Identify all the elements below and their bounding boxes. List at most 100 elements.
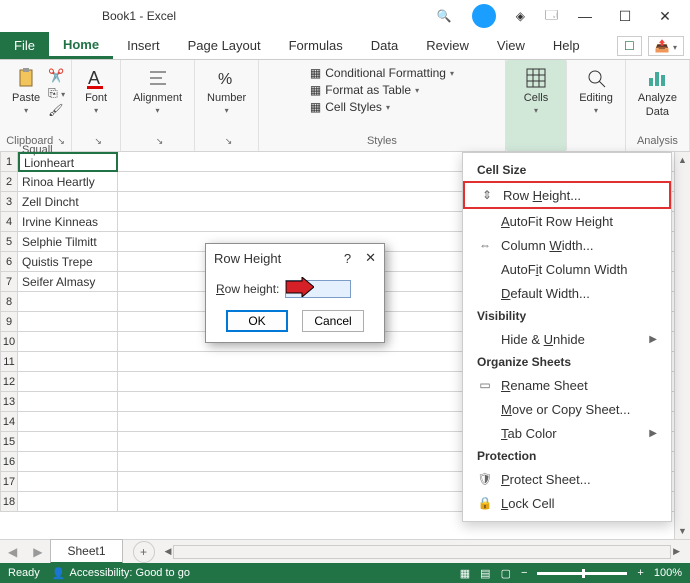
sheet-nav-next-icon[interactable]: ▶ — [25, 545, 50, 559]
cell-a7[interactable]: Seifer Almasy — [18, 272, 118, 292]
accessibility-status[interactable]: 👤 Accessibility: Good to go — [52, 567, 190, 580]
scroll-up-icon[interactable]: ▲ — [675, 152, 690, 168]
cells-button[interactable]: Cells ▾ — [518, 64, 554, 117]
dialog-close-icon[interactable]: ✕ — [365, 250, 376, 266]
format-as-table-button[interactable]: ▦Format as Table ▾ — [310, 83, 419, 97]
maximize-button[interactable]: ☐ — [614, 8, 636, 25]
font-launcher-icon[interactable]: ↘ — [94, 136, 102, 146]
accessibility-icon: 👤 — [52, 567, 66, 580]
add-sheet-button[interactable]: + — [133, 541, 155, 563]
sheet-tabs: ◀ ▶ Sheet1 + ◀ ▶ — [0, 539, 690, 563]
zoom-in-icon[interactable]: + — [637, 567, 643, 579]
ribbon: Paste ▾ ✂️ ⎘ ▾ 🖌 Clipboard↘ A Font ▾ ↘ A… — [0, 60, 690, 152]
table-icon: ▦ — [310, 83, 321, 97]
alignment-icon — [146, 66, 170, 90]
horizontal-scrollbar[interactable]: ◀ ▶ — [165, 545, 680, 559]
cells-format-menu: Cell Size ⇕ Row Height... AutoFit Row He… — [462, 152, 672, 522]
view-normal-icon[interactable]: ▦ — [460, 567, 470, 580]
vertical-scrollbar[interactable]: ▲ ▼ — [674, 152, 690, 539]
minimize-button[interactable]: — — [574, 8, 596, 25]
cell-a6[interactable]: Quistis Trepe — [18, 252, 118, 272]
number-button[interactable]: % Number ▾ — [201, 64, 252, 117]
paste-button[interactable]: Paste ▾ — [6, 64, 46, 117]
row-height-dialog: Row Height ? ✕ Row height: OK Cancel — [205, 243, 385, 343]
sheet-nav-prev-icon[interactable]: ◀ — [0, 545, 25, 559]
zoom-out-icon[interactable]: − — [521, 567, 527, 579]
submenu-arrow-icon: ▶ — [649, 334, 657, 345]
menu-move-copy[interactable]: Move or Copy Sheet... — [463, 397, 671, 421]
percent-icon: % — [215, 66, 239, 90]
submenu-arrow-icon: ▶ — [649, 428, 657, 439]
tab-page-layout[interactable]: Page Layout — [174, 34, 275, 57]
cell-a3[interactable]: Zell Dincht — [18, 192, 118, 212]
account-icon[interactable] — [472, 4, 496, 28]
tab-help[interactable]: Help — [539, 34, 594, 57]
menu-rename-sheet[interactable]: ▭ Rename Sheet — [463, 373, 671, 397]
cell-a5[interactable]: Selphie Tilmitt — [18, 232, 118, 252]
dialog-help-icon[interactable]: ? — [344, 251, 351, 266]
menu-protect-sheet[interactable]: 🛡 Protect Sheet... — [463, 467, 671, 491]
tab-home[interactable]: Home — [49, 33, 113, 59]
cut-icon[interactable]: ✂️ — [48, 68, 65, 84]
menu-column-width[interactable]: ⇔ Column Width... — [463, 233, 671, 257]
comments-button[interactable]: ☐ — [617, 36, 642, 56]
analyze-data-button[interactable]: Analyze Data — [632, 64, 683, 120]
search-icon[interactable]: 🔍 — [437, 9, 452, 23]
sheet-tab-1[interactable]: Sheet1 — [50, 539, 122, 564]
section-cell-size: Cell Size — [463, 159, 671, 181]
format-painter-icon[interactable]: 🖌 — [48, 103, 65, 117]
cell-empty[interactable] — [18, 292, 118, 312]
red-arrow-icon — [286, 277, 314, 297]
group-clipboard: Paste ▾ ✂️ ⎘ ▾ 🖌 Clipboard↘ — [0, 60, 72, 151]
scroll-left-icon[interactable]: ◀ — [165, 546, 172, 557]
row-height-icon: ⇕ — [479, 187, 495, 203]
view-pagebreak-icon[interactable]: ▢ — [501, 567, 511, 580]
menu-default-width[interactable]: Default Width... — [463, 281, 671, 305]
font-button[interactable]: A Font ▾ — [78, 64, 114, 117]
scroll-down-icon[interactable]: ▼ — [675, 523, 690, 539]
alignment-launcher-icon[interactable]: ↘ — [156, 136, 164, 146]
menu-autofit-row[interactable]: AutoFit Row Height — [463, 209, 671, 233]
cell-a2[interactable]: Rinoa Heartly — [18, 172, 118, 192]
font-icon: A — [84, 66, 108, 90]
tab-insert[interactable]: Insert — [113, 34, 174, 57]
ok-button[interactable]: OK — [226, 310, 288, 332]
cell-a1[interactable]: Lionheart — [18, 152, 118, 172]
cell-a4[interactable]: Irvine Kinneas — [18, 212, 118, 232]
toolbox-icon[interactable]: 🗔 — [545, 6, 558, 27]
menu-tab-color[interactable]: Tab Color ▶ — [463, 421, 671, 445]
editing-icon — [584, 66, 608, 90]
menu-row-height[interactable]: ⇕ Row Height... — [463, 181, 671, 209]
share-button[interactable]: 📤 ▾ — [648, 36, 684, 56]
cell-styles-button[interactable]: ▦Cell Styles ▾ — [310, 100, 390, 114]
zoom-level[interactable]: 100% — [654, 567, 682, 579]
dialog-title: Row Height — [214, 251, 281, 266]
copy-icon[interactable]: ⎘ ▾ — [48, 86, 65, 101]
group-editing: Editing ▾ — [567, 60, 626, 151]
cond-format-icon: ▦ — [310, 66, 321, 80]
tab-formulas[interactable]: Formulas — [275, 34, 357, 57]
app-icon[interactable]: ◈ — [516, 9, 525, 23]
menu-autofit-col[interactable]: AutoFit Column Width — [463, 257, 671, 281]
section-protection: Protection — [463, 445, 671, 467]
view-layout-icon[interactable]: ▤ — [480, 567, 490, 580]
editing-button[interactable]: Editing ▾ — [573, 64, 619, 117]
tab-file[interactable]: File — [0, 32, 49, 59]
section-visibility: Visibility — [463, 305, 671, 327]
tab-review[interactable]: Review — [412, 34, 483, 57]
col-width-icon: ⇔ — [477, 237, 493, 253]
menu-lock-cell[interactable]: 🔒 Lock Cell — [463, 491, 671, 515]
tab-data[interactable]: Data — [357, 34, 412, 57]
menu-hide-unhide[interactable]: Hide & Unhide ▶ — [463, 327, 671, 351]
clipboard-launcher-icon[interactable]: ↘ — [57, 136, 65, 146]
conditional-formatting-button[interactable]: ▦Conditional Formatting ▾ — [310, 66, 454, 80]
tab-view[interactable]: View — [483, 34, 539, 57]
close-button[interactable]: ✕ — [654, 8, 676, 25]
cancel-button[interactable]: Cancel — [302, 310, 364, 332]
alignment-button[interactable]: Alignment ▾ — [127, 64, 188, 117]
number-launcher-icon[interactable]: ↘ — [225, 136, 233, 146]
scroll-right-icon[interactable]: ▶ — [673, 546, 680, 557]
row-headers[interactable]: 123456789101112131415161718 — [0, 152, 18, 512]
zoom-slider[interactable] — [537, 572, 627, 575]
title-bar: Book1 - Excel 🔍 ◈ 🗔 — ☐ ✕ — [0, 0, 690, 32]
